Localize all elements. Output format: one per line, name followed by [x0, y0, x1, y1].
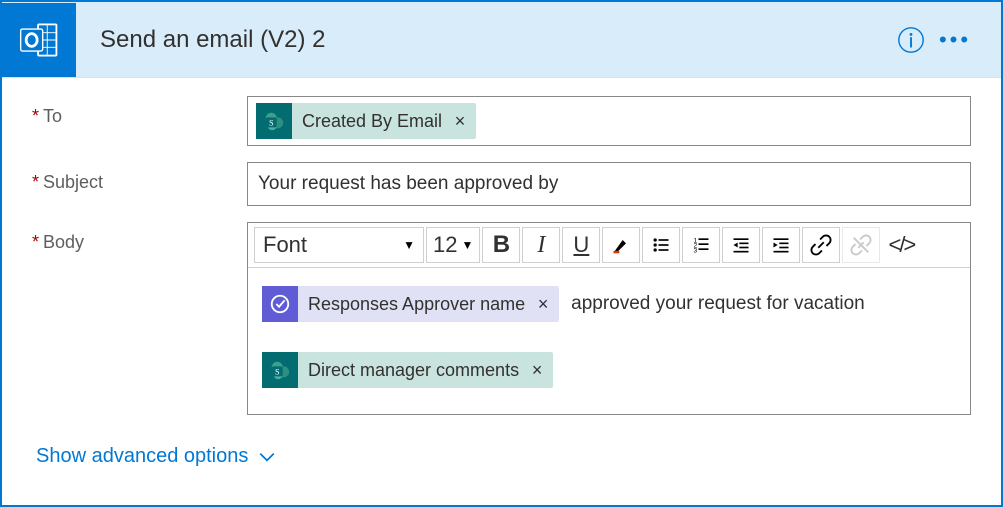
unlink-button	[842, 227, 880, 263]
code-icon: </>	[888, 232, 914, 258]
token-label: Created By Email	[300, 111, 446, 132]
token-remove[interactable]: ×	[523, 360, 551, 381]
sharepoint-icon: S	[262, 352, 298, 388]
ellipsis-icon: •••	[939, 27, 971, 53]
size-select[interactable]: 12 ▼	[426, 227, 480, 263]
caret-down-icon: ▼	[461, 238, 473, 252]
approvals-icon	[262, 286, 298, 322]
token-created-by-email[interactable]: S Created By Email ×	[256, 103, 476, 139]
row-subject: *Subject	[32, 162, 971, 206]
form: *To S Created By Email × *Subject	[2, 78, 1001, 468]
action-card: Send an email (V2) 2 ••• *To S Crea	[0, 0, 1003, 507]
rte-toolbar: Font ▼ 12 ▼ B I U	[248, 223, 970, 268]
brush-icon	[611, 235, 631, 255]
row-body: *Body Font ▼ 12 ▼ B I U	[32, 222, 971, 415]
link-button[interactable]	[802, 227, 840, 263]
caret-down-icon: ▼	[403, 238, 415, 252]
body-text: approved your request for vacation	[571, 293, 865, 315]
bold-button[interactable]: B	[482, 227, 520, 263]
underline-button[interactable]: U	[562, 227, 600, 263]
card-title: Send an email (V2) 2	[76, 26, 889, 54]
subject-field[interactable]	[247, 162, 971, 206]
info-button[interactable]	[889, 18, 933, 62]
indent-button[interactable]	[762, 227, 800, 263]
body-field: Font ▼ 12 ▼ B I U	[247, 222, 971, 415]
more-button[interactable]: •••	[933, 18, 977, 62]
svg-text:S: S	[275, 368, 280, 377]
indent-icon	[771, 235, 791, 255]
advanced-label: Show advanced options	[36, 445, 248, 468]
row-to: *To S Created By Email ×	[32, 96, 971, 146]
sharepoint-icon: S	[256, 103, 292, 139]
card-header: Send an email (V2) 2 •••	[2, 2, 1001, 78]
line-break	[262, 332, 956, 342]
chevron-down-icon	[258, 448, 276, 466]
outdent-icon	[731, 235, 751, 255]
label-body: *Body	[32, 222, 247, 253]
outdent-button[interactable]	[722, 227, 760, 263]
subject-input[interactable]	[256, 169, 962, 199]
token-remove[interactable]: ×	[529, 294, 557, 315]
token-label: Direct manager comments	[306, 360, 523, 381]
link-icon	[810, 234, 832, 256]
bullet-list-icon	[651, 235, 671, 255]
token-remove[interactable]: ×	[446, 111, 474, 132]
token-label: Responses Approver name	[306, 294, 529, 315]
font-label: Font	[263, 232, 307, 258]
outlook-icon	[2, 3, 76, 77]
token-manager-comments[interactable]: S Direct manager comments ×	[262, 352, 553, 388]
show-advanced-options[interactable]: Show advanced options	[32, 431, 971, 468]
label-subject: *Subject	[32, 162, 247, 193]
color-button[interactable]	[602, 227, 640, 263]
body-editor[interactable]: Responses Approver name × approved your …	[248, 268, 970, 414]
bullets-button[interactable]	[642, 227, 680, 263]
to-field[interactable]: S Created By Email ×	[247, 96, 971, 146]
numbers-button[interactable]: 123	[682, 227, 720, 263]
label-to: *To	[32, 96, 247, 127]
italic-button[interactable]: I	[522, 227, 560, 263]
number-list-icon: 123	[691, 235, 711, 255]
unlink-icon	[850, 234, 872, 256]
svg-text:3: 3	[694, 248, 698, 255]
code-view-button[interactable]: </>	[882, 227, 920, 263]
token-approver-name[interactable]: Responses Approver name ×	[262, 286, 559, 322]
size-label: 12	[433, 232, 457, 258]
font-select[interactable]: Font ▼	[254, 227, 424, 263]
info-icon	[896, 25, 926, 55]
svg-text:S: S	[269, 119, 274, 128]
